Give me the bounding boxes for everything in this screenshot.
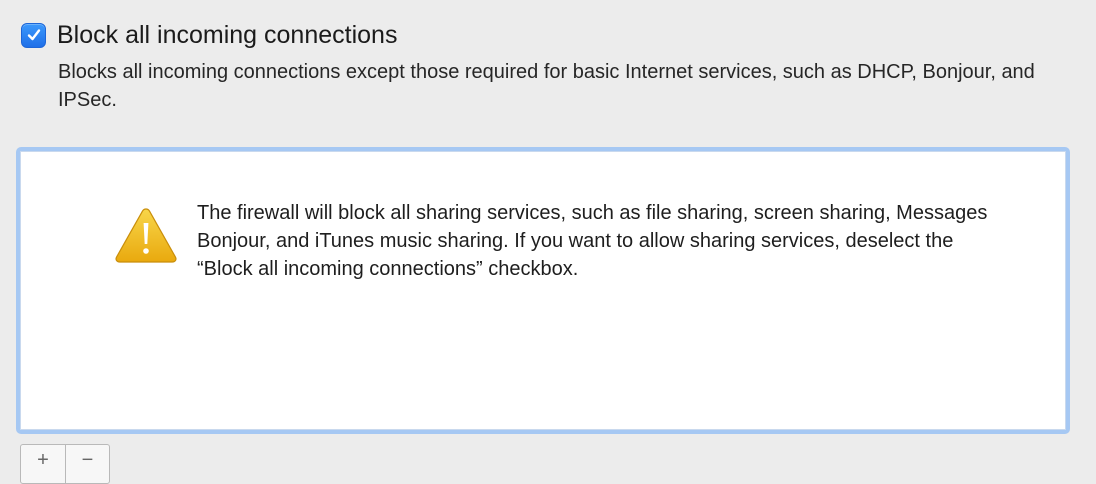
sharing-warning-panel: The firewall will block all sharing serv…	[16, 147, 1070, 434]
checkmark-icon	[27, 29, 40, 41]
block-all-incoming-checkbox[interactable]	[21, 22, 46, 48]
add-button[interactable]: +	[21, 445, 65, 483]
block-all-description: Blocks all incoming connections except t…	[58, 61, 1035, 111]
warning-icon	[114, 206, 178, 264]
remove-button[interactable]: −	[64, 445, 109, 483]
add-remove-control: + −	[20, 444, 110, 484]
block-all-incoming-label[interactable]: Block all incoming connections	[57, 20, 397, 50]
block-all-incoming-checkbox-row[interactable]: Block all incoming connections	[21, 20, 397, 50]
sharing-warning-message: The firewall will block all sharing serv…	[197, 202, 988, 280]
